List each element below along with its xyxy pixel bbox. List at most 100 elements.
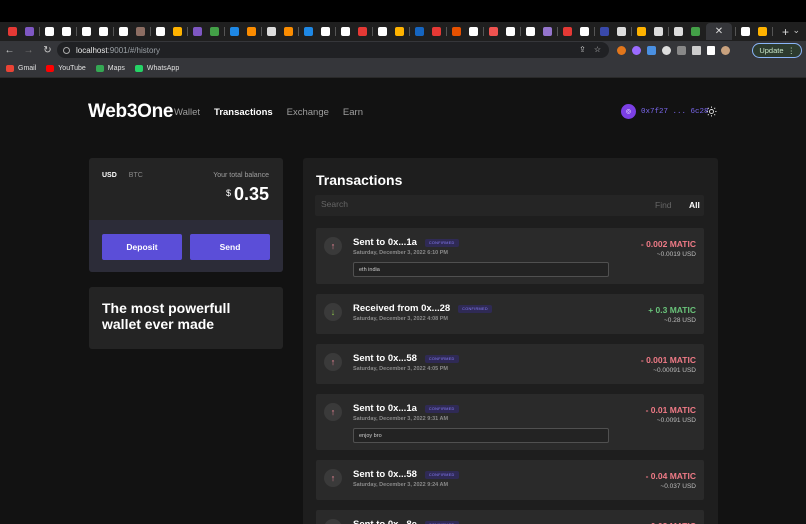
tab-separator [335, 27, 336, 36]
currency-tab-btc[interactable]: BTC [129, 172, 143, 179]
share-icon[interactable]: ⇪ [579, 45, 586, 54]
tab-favicon-icon[interactable] [25, 27, 34, 36]
tab-favicon-icon[interactable] [415, 27, 424, 36]
update-button[interactable]: Update ⋮ [752, 43, 802, 58]
tab-favicon-icon[interactable] [99, 27, 108, 36]
tab-favicon-icon[interactable] [691, 27, 700, 36]
tab-favicon-icon[interactable] [341, 27, 350, 36]
transaction-item[interactable]: ↓ Received from 0x...28 CONFIRMED Saturday,… [316, 294, 704, 334]
total-balance-label: Your total balance [213, 172, 269, 179]
forward-icon[interactable]: → [19, 45, 38, 56]
arrow-up-icon: ↑ [324, 237, 342, 255]
search-input[interactable] [321, 199, 621, 209]
nav-exchange[interactable]: Exchange [287, 107, 329, 118]
tab-favicon-icon[interactable] [173, 27, 182, 36]
tab-favicon-icon[interactable] [526, 27, 535, 36]
bookmark-youtube[interactable]: YouTube [46, 65, 86, 72]
transaction-amount: + 0.3 MATIC [648, 305, 696, 315]
theme-toggle-sun-icon[interactable] [706, 106, 717, 117]
transaction-label: Sent to 0x...58 [353, 353, 417, 364]
transaction-item[interactable]: ↑ Sent to 0x...1a CONFIRMED Saturday, Decem… [316, 228, 704, 284]
tab-favicon-icon[interactable] [284, 27, 293, 36]
transaction-usd-value: ~0.0019 USD [656, 251, 696, 258]
transaction-item[interactable]: ↑ Sent to 0x...58 CONFIRMED Saturday, Decem… [316, 344, 704, 384]
deposit-button[interactable]: Deposit [102, 234, 182, 260]
site-info-icon[interactable] [63, 46, 70, 54]
puzzle-icon[interactable] [692, 46, 701, 55]
nav-wallet[interactable]: Wallet [174, 107, 200, 118]
extension-icon[interactable] [677, 46, 686, 55]
transaction-usd-value: ~0.00091 USD [653, 367, 696, 374]
tab-favicon-icon[interactable] [489, 27, 498, 36]
tab-separator [735, 27, 736, 36]
address-bar[interactable]: localhost:9001/#/history ⇪ ☆ [57, 42, 609, 58]
tab-favicon-icon[interactable] [267, 27, 276, 36]
tab-favicon-icon[interactable] [210, 27, 219, 36]
tab-favicon-icon[interactable] [600, 27, 609, 36]
tab-favicon-icon[interactable] [156, 27, 165, 36]
tab-favicon-icon[interactable] [193, 27, 202, 36]
sidepanel-icon[interactable] [707, 46, 715, 55]
tab-separator [446, 27, 447, 36]
transaction-item[interactable]: ↑ Sent to 0x...1a CONFIRMED Saturday, Decem… [316, 394, 704, 450]
tab-favicon-icon[interactable] [506, 27, 515, 36]
transaction-amount: - 0.01 MATIC [645, 405, 696, 415]
tab-favicon-icon[interactable] [654, 27, 663, 36]
tab-favicon-icon[interactable] [230, 27, 239, 36]
tab-favicon-icon[interactable] [469, 27, 478, 36]
tab-favicon-icon[interactable] [637, 27, 646, 36]
nav-transactions[interactable]: Transactions [214, 107, 273, 118]
extension-icon[interactable] [662, 46, 671, 55]
bookmark-whatsapp[interactable]: WhatsApp [134, 65, 179, 72]
tab-favicon-icon[interactable] [82, 27, 91, 36]
app-logo[interactable]: Web3One [88, 101, 173, 123]
bookmark-maps[interactable]: Maps [95, 65, 125, 72]
new-tab-icon[interactable]: + [782, 25, 789, 39]
tab-favicon-icon[interactable] [580, 27, 589, 36]
tab-favicon-icon[interactable] [758, 27, 767, 36]
tab-favicon-icon[interactable] [304, 27, 313, 36]
transaction-item[interactable]: ↑ Sent to 0x...58 CONFIRMED Saturday, Decem… [316, 460, 704, 500]
active-tab[interactable]: ✕ [706, 23, 732, 40]
tab-favicon-icon[interactable] [321, 27, 330, 36]
close-tab-icon[interactable]: ✕ [715, 26, 723, 37]
reload-icon[interactable]: ↻ [38, 45, 57, 56]
tab-search-icon[interactable]: ⌄ [792, 25, 800, 36]
tab-favicon-icon[interactable] [378, 27, 387, 36]
url-text[interactable]: localhost:9001/#/history [76, 46, 160, 55]
tab-favicon-icon[interactable] [543, 27, 552, 36]
metamask-icon[interactable] [617, 46, 626, 55]
tab-favicon-icon[interactable] [741, 27, 750, 36]
transactions-panel: Transactions Find All ↑ Sent to 0x...1a CO… [303, 158, 718, 524]
tab-favicon-icon[interactable] [247, 27, 256, 36]
extension-icon[interactable] [647, 46, 656, 55]
account-chip[interactable]: ◎ 0x7f27 ... 6c28 [621, 104, 709, 119]
tab-separator [39, 27, 40, 36]
profile-avatar[interactable] [721, 46, 730, 55]
tab-favicon-icon[interactable] [358, 27, 367, 36]
all-filter-button[interactable]: All [689, 200, 700, 210]
tab-favicon-icon[interactable] [563, 27, 572, 36]
tab-favicon-icon[interactable] [8, 27, 17, 36]
tab-favicon-icon[interactable] [617, 27, 626, 36]
transaction-item[interactable]: ↑Sent to 0x...8eCONFIRMEDSaturday, Decem… [316, 510, 704, 524]
tab-favicon-icon[interactable] [62, 27, 71, 36]
tab-favicon-icon[interactable] [452, 27, 461, 36]
tab-favicon-icon[interactable] [674, 27, 683, 36]
bookmark-star-icon[interactable]: ☆ [594, 45, 601, 54]
tab-favicon-icon[interactable] [45, 27, 54, 36]
tab-favicon-icon[interactable] [395, 27, 404, 36]
back-icon[interactable]: ← [0, 45, 19, 56]
browser-tab-strip[interactable]: ✕ + [0, 22, 806, 41]
tab-favicon-icon[interactable] [432, 27, 441, 36]
transaction-amount: - 0.001 MATIC [640, 355, 696, 365]
currency-tab-usd[interactable]: USD [102, 172, 117, 179]
status-badge: CONFIRMED [424, 470, 459, 479]
find-button[interactable]: Find [655, 200, 672, 210]
bookmark-gmail[interactable]: Gmail [6, 65, 36, 72]
send-button[interactable]: Send [190, 234, 270, 260]
tab-favicon-icon[interactable] [136, 27, 145, 36]
nav-earn[interactable]: Earn [343, 107, 363, 118]
extension-icon[interactable] [632, 46, 641, 55]
tab-favicon-icon[interactable] [119, 27, 128, 36]
